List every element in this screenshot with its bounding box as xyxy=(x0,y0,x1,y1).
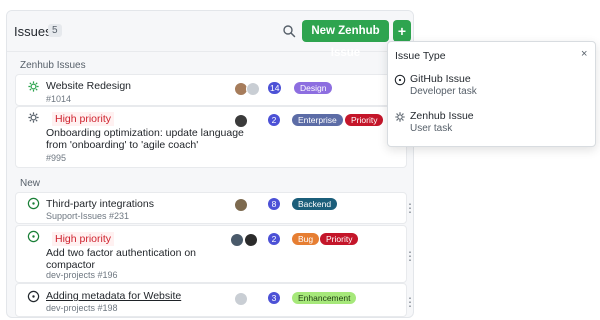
priority-label: High priority xyxy=(52,232,115,246)
estimate-badge: 3 xyxy=(268,292,280,304)
search-icon[interactable] xyxy=(282,24,296,38)
issues-panel: Issues 5 New Zenhub Issue + Zenhub Issue… xyxy=(6,10,414,318)
label-bug: Bug xyxy=(292,233,320,245)
priority-label: High priority xyxy=(52,112,115,126)
avatar xyxy=(234,198,248,212)
zenhub-gear-icon xyxy=(395,112,405,122)
estimate-badge: 8 xyxy=(268,198,280,210)
issue-title[interactable]: Onboarding optimization: update language… xyxy=(46,127,256,151)
issue-row-third-party-integrations[interactable]: Third-party integrations Support-Issues … xyxy=(15,192,413,224)
zenhub-gear-icon xyxy=(28,112,39,123)
github-issue-icon xyxy=(27,290,40,303)
close-icon[interactable]: × xyxy=(581,48,587,60)
avatar xyxy=(230,233,244,247)
more-options-icon[interactable]: ⋮ xyxy=(404,296,413,308)
avatar xyxy=(244,233,258,247)
label-enhancement: Enhancement xyxy=(292,292,357,304)
issue-number: #995 xyxy=(46,153,67,163)
dropdown-item-description: User task xyxy=(410,123,453,134)
issue-count-badge: 5 xyxy=(48,24,62,37)
issue-repo-number: dev-projects #198 xyxy=(46,303,118,313)
section-label-zenhub-issues: Zenhub Issues xyxy=(20,60,86,71)
issue-repo-number: dev-projects #196 xyxy=(46,270,118,280)
issue-row-two-factor-auth[interactable]: High priority Add two factor authenticat… xyxy=(15,225,413,283)
dropdown-item-name: GitHub Issue xyxy=(410,73,471,85)
dropdown-item-zenhub-issue[interactable]: Zenhub Issue User task xyxy=(388,109,595,141)
dropdown-title: Issue Type xyxy=(395,50,446,62)
label-priority: Priority xyxy=(320,233,359,245)
add-issue-type-button[interactable]: + xyxy=(393,20,411,42)
avatar xyxy=(234,292,248,306)
github-issue-icon xyxy=(27,197,40,210)
avatar xyxy=(246,82,260,96)
label-priority: Priority xyxy=(345,114,384,126)
issue-title[interactable]: Third-party integrations xyxy=(46,198,154,210)
issue-title[interactable]: Add two factor authentication on compact… xyxy=(46,247,216,271)
github-issue-icon xyxy=(394,74,406,86)
more-options-icon[interactable]: ⋮ xyxy=(404,250,413,262)
label-enterprise: Enterprise xyxy=(292,114,343,126)
dropdown-item-github-issue[interactable]: GitHub Issue Developer task xyxy=(388,72,595,104)
issue-title[interactable]: Adding metadata for Website xyxy=(46,290,181,302)
avatar xyxy=(234,114,248,128)
label-backend: Backend xyxy=(292,198,338,210)
issue-number: #1014 xyxy=(46,94,72,104)
panel-header: Issues 5 New Zenhub Issue + xyxy=(7,11,413,59)
estimate-badge: 2 xyxy=(268,114,280,126)
more-options-icon[interactable]: ⋮ xyxy=(404,202,413,214)
estimate-badge: 14 xyxy=(268,82,282,94)
dropdown-item-name: Zenhub Issue xyxy=(410,110,474,122)
dropdown-item-description: Developer task xyxy=(410,86,477,97)
label-design: Design xyxy=(294,82,333,94)
issue-type-dropdown: Issue Type × GitHub Issue Developer task… xyxy=(387,41,596,147)
issue-row-adding-metadata[interactable]: Adding metadata for Website dev-projects… xyxy=(15,283,413,317)
issue-repo-number: Support-Issues #231 xyxy=(46,211,130,221)
estimate-badge: 2 xyxy=(268,233,280,245)
github-issue-icon xyxy=(27,230,40,243)
issue-row-website-redesign[interactable]: Website Redesign #1014 14 Design xyxy=(15,74,407,106)
issue-row-onboarding-optimization[interactable]: High priority Onboarding optimization: u… xyxy=(15,106,407,168)
new-zenhub-issue-button[interactable]: New Zenhub Issue xyxy=(302,20,389,59)
zenhub-gear-icon xyxy=(28,81,39,92)
panel-title: Issues xyxy=(14,24,52,39)
section-label-new: New xyxy=(20,178,41,189)
issue-title[interactable]: Website Redesign xyxy=(46,80,131,92)
